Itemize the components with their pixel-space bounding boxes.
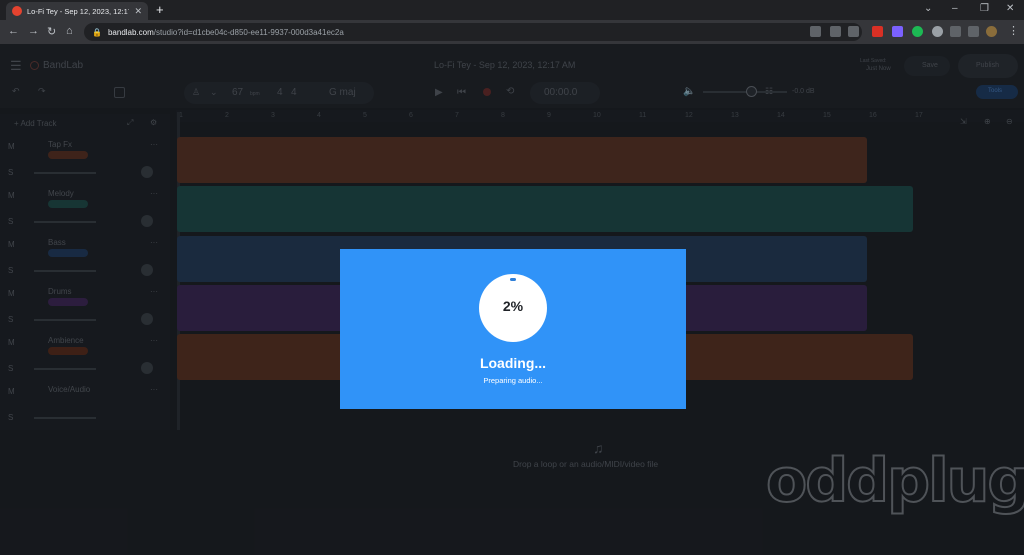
tab-title: Lo-Fi Tey - Sep 12, 2023, 12:17 A xyxy=(27,6,130,16)
install-icon[interactable] xyxy=(810,26,821,37)
side-panel-icon[interactable] xyxy=(968,26,979,37)
extension-red-icon[interactable] xyxy=(872,26,883,37)
close-tab-icon[interactable]: ✕ xyxy=(134,6,142,17)
home-icon[interactable]: ⌂ xyxy=(66,25,73,37)
back-icon[interactable]: ← xyxy=(8,25,19,37)
loading-title: Loading... xyxy=(479,355,547,371)
lock-icon: 🔒 xyxy=(92,27,102,37)
share-icon[interactable] xyxy=(830,26,841,37)
profile-avatar[interactable] xyxy=(986,26,997,37)
bookmark-star-icon[interactable] xyxy=(848,26,859,37)
extension-grammarly-icon[interactable] xyxy=(912,26,923,37)
progress-arc xyxy=(510,278,516,281)
tab-search-chevron-icon[interactable]: ⌄ xyxy=(924,3,932,14)
forward-icon[interactable]: → xyxy=(28,25,39,37)
new-tab-icon[interactable]: + xyxy=(156,2,164,17)
loading-subtitle: Preparing audio... xyxy=(483,376,543,385)
bandlab-favicon-icon xyxy=(12,6,22,16)
maximize-icon[interactable]: ❐ xyxy=(980,3,989,14)
watermark-logo: oddplug xyxy=(765,445,1024,517)
extensions-puzzle-icon[interactable] xyxy=(950,26,961,37)
close-window-icon[interactable]: ✕ xyxy=(1006,3,1014,14)
minimize-icon[interactable]: – xyxy=(952,3,958,14)
browser-tab-bar xyxy=(0,0,1024,20)
progress-percent: 2% xyxy=(502,298,524,314)
url-host: bandlab.com xyxy=(107,27,154,37)
menu-kebab-icon[interactable]: ⋮ xyxy=(1008,24,1019,37)
browser-tab[interactable]: Lo-Fi Tey - Sep 12, 2023, 12:17 A ✕ xyxy=(6,2,148,20)
extension-d-icon[interactable] xyxy=(892,26,903,37)
reload-icon[interactable]: ↻ xyxy=(47,25,56,38)
extension-shield-icon[interactable] xyxy=(932,26,943,37)
address-bar[interactable]: 🔒 bandlab.com/studio?id=d1cbe04c-d850-ee… xyxy=(84,23,862,41)
url-text: bandlab.com/studio?id=d1cbe04c-d850-ee11… xyxy=(108,28,344,37)
progress-circle: 2% xyxy=(479,274,547,342)
loading-dialog: 2% Loading... Preparing audio... xyxy=(340,249,686,409)
url-path: /studio?id=d1cbe04c-d850-ee11-9937-000d3… xyxy=(153,27,344,37)
